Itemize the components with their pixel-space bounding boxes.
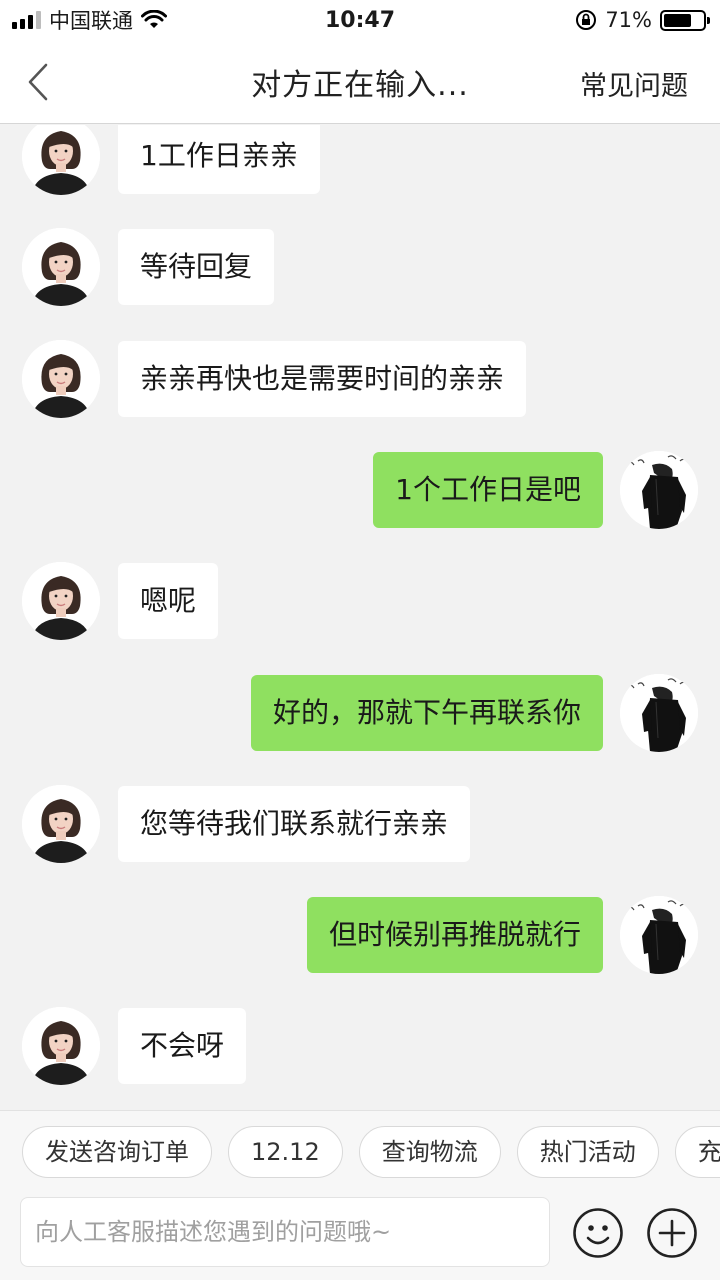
emoji-icon[interactable]	[572, 1207, 624, 1259]
agent-message: 1工作日亲亲	[0, 125, 720, 197]
agent-avatar[interactable]	[22, 228, 100, 306]
message-bubble[interactable]: 1个工作日是吧	[373, 452, 603, 528]
input-row	[0, 1197, 720, 1280]
agent-avatar[interactable]	[22, 340, 100, 418]
agent-avatar[interactable]	[22, 785, 100, 863]
user-avatar-icon	[620, 451, 698, 529]
user-message: 好的，那就下午再联系你	[0, 674, 720, 754]
battery-icon	[660, 9, 710, 31]
agent-avatar-icon	[22, 340, 100, 418]
agent-message: 您等待我们联系就行亲亲	[0, 785, 720, 865]
message-bubble[interactable]: 好的，那就下午再联系你	[250, 675, 603, 751]
rotation-lock-icon	[576, 10, 597, 30]
status-left: 中国联通	[12, 5, 167, 35]
message-bubble[interactable]: 1工作日亲亲	[118, 125, 320, 194]
status-bar: 中国联通 10:47 71%	[0, 0, 720, 40]
quick-actions-row[interactable]: 发送咨询订单 12.12 查询物流 热门活动充	[0, 1111, 720, 1196]
user-message: 但时候别再推脱就行	[0, 896, 720, 976]
agent-avatar-icon	[22, 228, 100, 306]
agent-message: 等待回复	[0, 228, 720, 308]
bottom-panel: 发送咨询订单 12.12 查询物流 热门活动充	[0, 1110, 720, 1280]
message-bubble[interactable]: 嗯呢	[118, 563, 219, 639]
agent-avatar[interactable]	[22, 125, 100, 195]
message-bubble[interactable]: 但时候别再推脱就行	[306, 897, 603, 973]
battery-fill	[664, 13, 691, 27]
quick-action-chips: 发送咨询订单 12.12 查询物流 热门活动充	[22, 1126, 720, 1178]
agent-message: 不会呀	[0, 1007, 720, 1087]
user-avatar-icon	[620, 896, 698, 974]
user-avatar[interactable]	[620, 674, 698, 752]
agent-message: 嗯呢	[0, 562, 720, 642]
page-title: 对方正在输入...	[251, 67, 469, 103]
user-avatar[interactable]	[620, 896, 698, 974]
quick-action-chip[interactable]: 充	[674, 1126, 720, 1178]
signal-icon	[12, 11, 41, 29]
message-input[interactable]	[20, 1197, 550, 1267]
status-right: 71%	[575, 8, 710, 32]
message-bubble[interactable]: 亲亲再快也是需要时间的亲亲	[118, 341, 527, 417]
user-avatar[interactable]	[620, 451, 698, 529]
wifi-icon	[141, 10, 167, 28]
agent-avatar[interactable]	[22, 562, 100, 640]
user-avatar-icon	[620, 674, 698, 752]
user-message: 1个工作日是吧	[0, 451, 720, 531]
agent-avatar-icon	[22, 125, 100, 195]
quick-action-chip[interactable]: 热门活动	[516, 1126, 659, 1178]
quick-action-chip[interactable]: 查询物流	[358, 1126, 501, 1178]
agent-avatar-icon	[22, 785, 100, 863]
chat-area[interactable]: 1工作日亲亲等待回复亲亲再快也是需要时间的亲亲 1个工作日是吧嗯呢 好的，那就下午再…	[0, 125, 720, 1110]
agent-message: 亲亲再快也是需要时间的亲亲	[0, 340, 720, 420]
message-bubble[interactable]: 等待回复	[118, 229, 275, 305]
quick-action-chip[interactable]: 12.12	[228, 1126, 343, 1178]
carrier-label: 中国联通	[49, 9, 133, 33]
back-chevron-icon	[28, 63, 48, 101]
quick-action-chip[interactable]: 发送咨询订单	[22, 1126, 212, 1178]
agent-avatar-icon	[22, 562, 100, 640]
plus-icon[interactable]	[646, 1207, 698, 1259]
back-button[interactable]	[26, 62, 66, 102]
message-bubble[interactable]: 您等待我们联系就行亲亲	[118, 786, 471, 862]
message-bubble[interactable]: 不会呀	[118, 1008, 247, 1084]
faq-button[interactable]: 常见问题	[580, 64, 688, 103]
battery-percent: 71%	[605, 8, 652, 32]
agent-avatar-icon	[22, 1007, 100, 1085]
agent-avatar[interactable]	[22, 1007, 100, 1085]
nav-bar: 对方正在输入... 常见问题	[0, 40, 720, 124]
